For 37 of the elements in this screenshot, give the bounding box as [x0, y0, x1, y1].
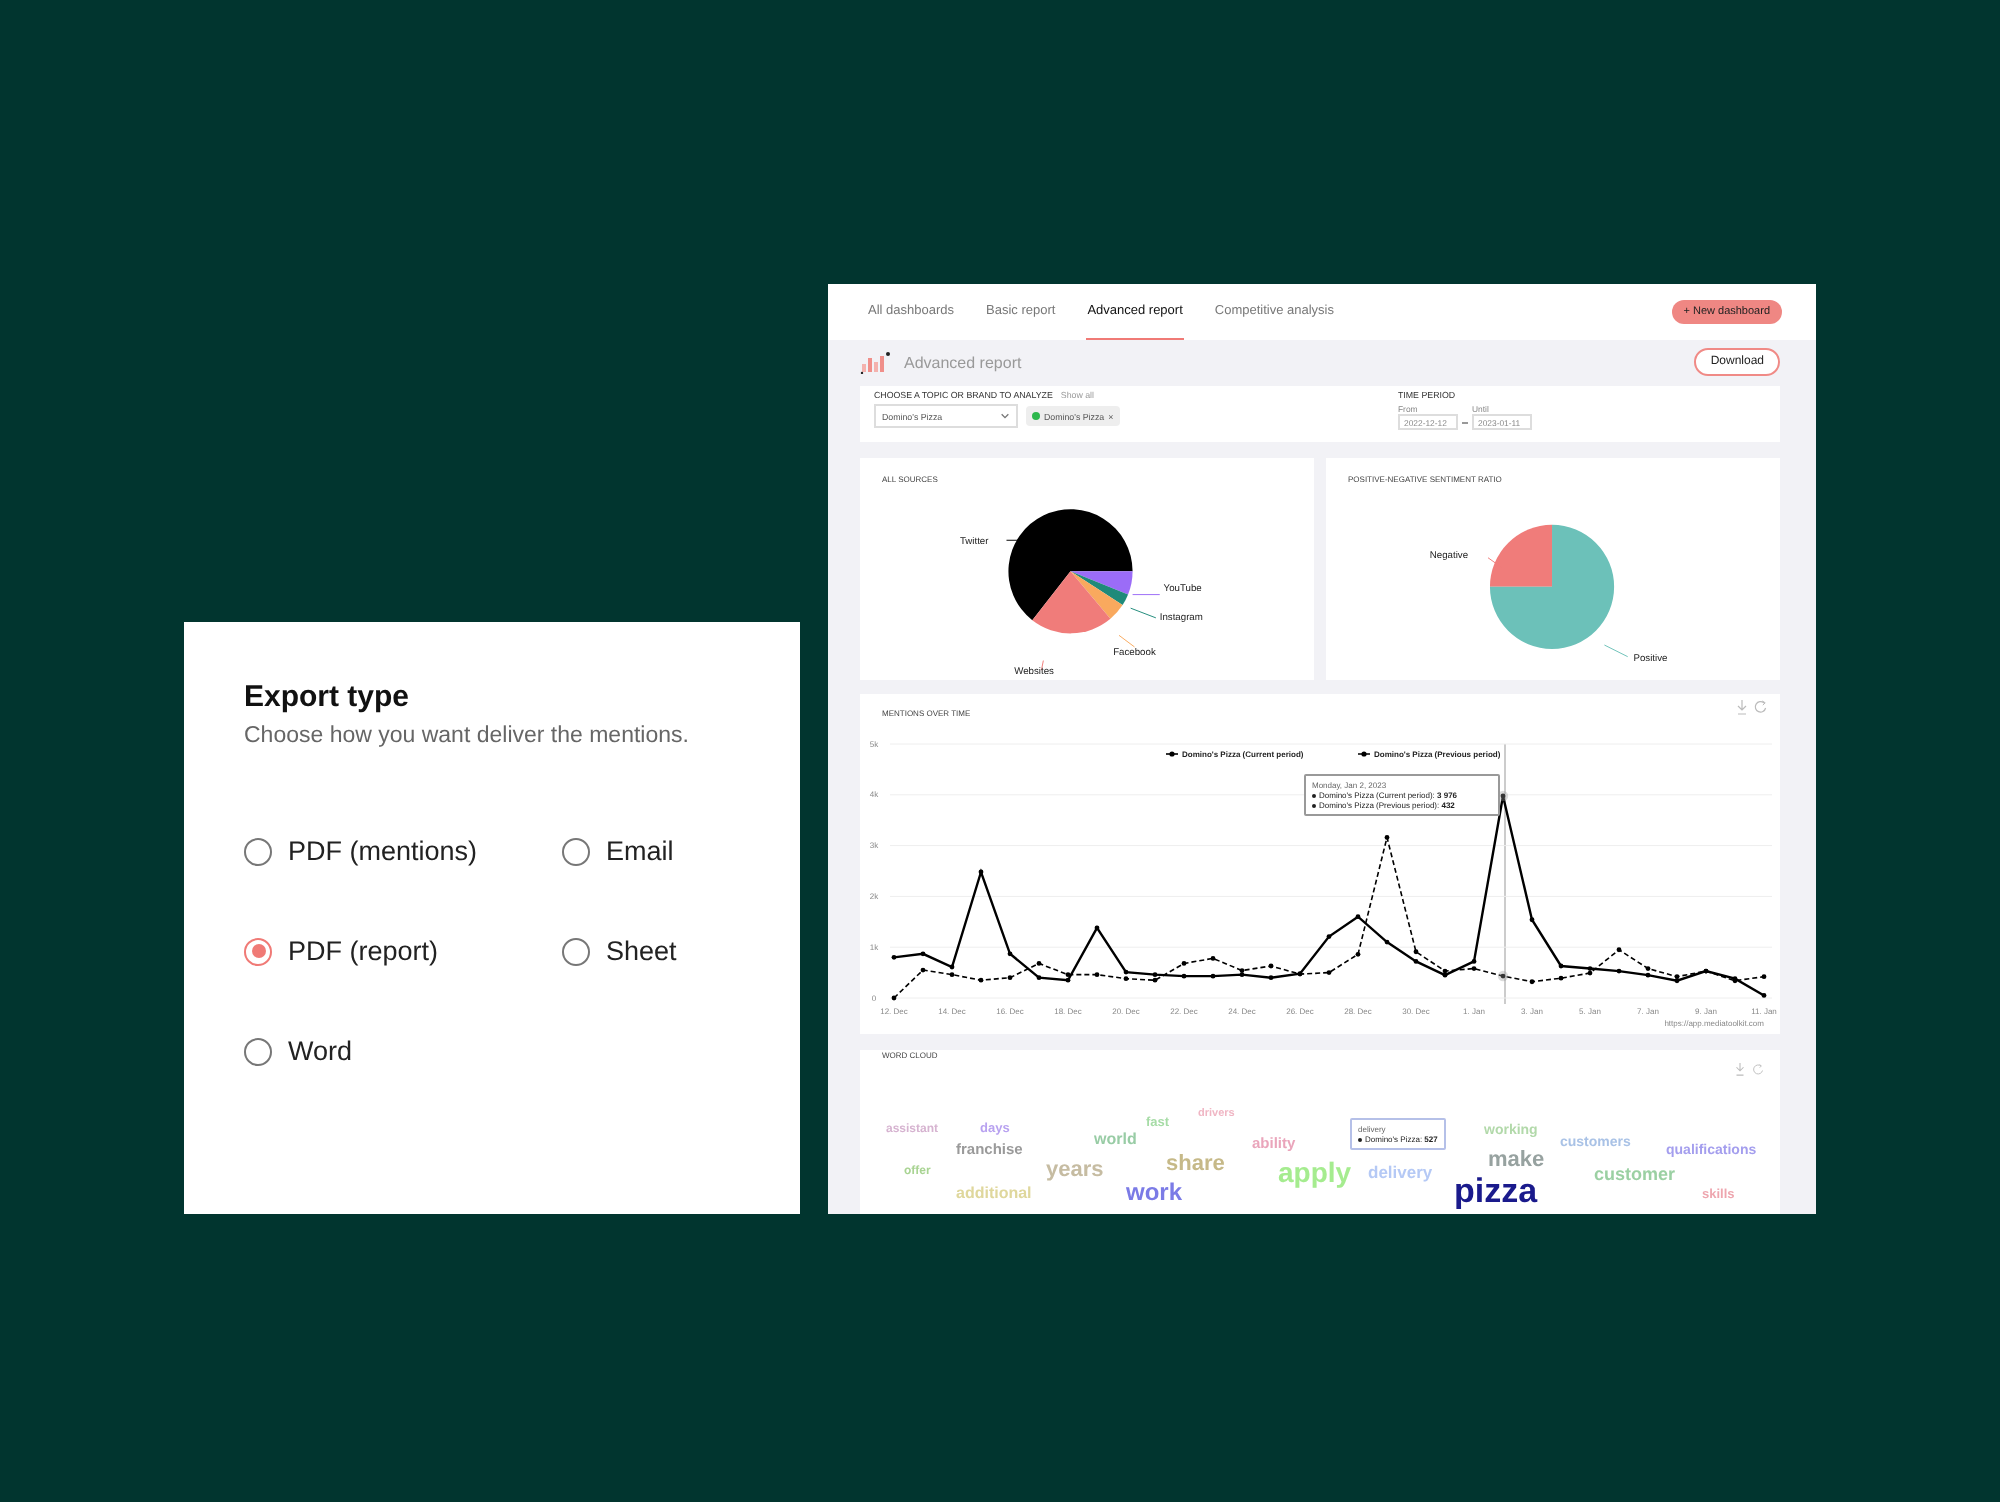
download-icon[interactable]: [1737, 699, 1747, 715]
option-label[interactable]: PDF (report): [288, 936, 439, 966]
cloud-word: years: [1046, 1160, 1104, 1182]
cloud-word: customer: [1594, 1166, 1676, 1184]
leader-line: [1130, 607, 1157, 619]
cloud-word: share: [1166, 1154, 1225, 1176]
chart-logo-icon: [860, 350, 892, 374]
card-subtitle: Choose how you want deliver the mentions.: [244, 724, 691, 748]
cloud-word: delivery: [1368, 1164, 1433, 1181]
refresh-icon[interactable]: [1752, 1062, 1764, 1076]
card-title: Export type: [244, 680, 412, 714]
leader-line: [1132, 594, 1161, 596]
radio-button[interactable]: [244, 837, 272, 865]
leader-line: [1118, 634, 1135, 648]
radio-button[interactable]: [244, 937, 272, 965]
cloud-word: work: [1126, 1180, 1183, 1204]
cloud-word: apply: [1278, 1158, 1352, 1186]
cloud-word: pizza: [1454, 1174, 1538, 1208]
leader-line: [1040, 660, 1044, 671]
leader-line: [1603, 644, 1629, 658]
caret-icon: [1000, 412, 1010, 420]
option-label[interactable]: PDF (mentions): [288, 836, 478, 866]
hover-marker: [1497, 970, 1509, 982]
download-icon[interactable]: [1734, 1062, 1746, 1076]
page-title: Advanced report: [904, 353, 1024, 371]
cloud-word: world: [1094, 1132, 1137, 1148]
cloud-word: make: [1488, 1150, 1545, 1172]
refresh-icon[interactable]: [1754, 700, 1767, 713]
legend-marker-icon: [1357, 751, 1371, 757]
radio-button[interactable]: [562, 937, 590, 965]
cloud-word: additional: [956, 1186, 1032, 1202]
option-label[interactable]: Sheet: [606, 936, 677, 966]
legend-marker-icon: [1165, 751, 1179, 757]
radio-button[interactable]: [562, 837, 590, 865]
option-label[interactable]: Email: [606, 836, 674, 866]
radio-button[interactable]: [244, 1037, 272, 1065]
option-label[interactable]: Word: [288, 1036, 353, 1066]
